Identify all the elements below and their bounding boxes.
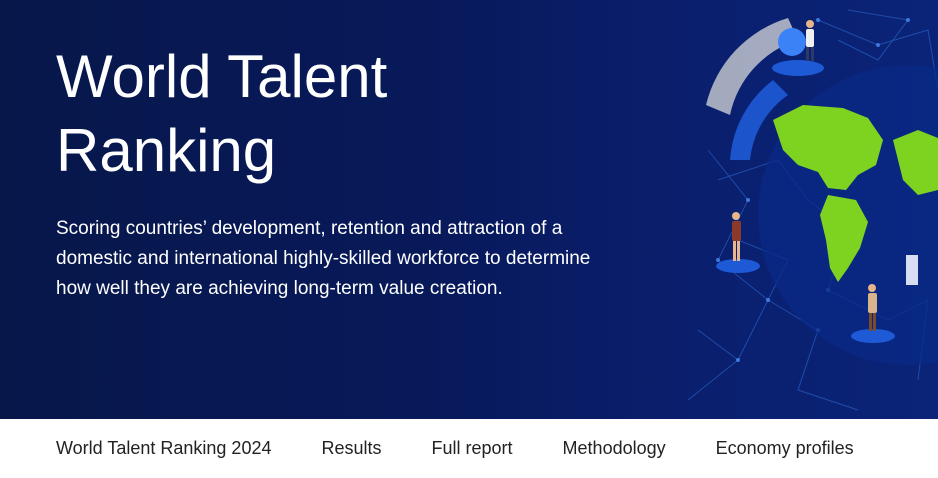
person-figure-top [806, 20, 814, 61]
hero-banner: World Talent Ranking Scoring countries’ … [0, 0, 938, 419]
person-figure-middle [732, 212, 741, 261]
hero-description: Scoring countries’ development, retentio… [56, 218, 591, 299]
globe-network-illustration [687, 9, 938, 411]
nav-methodology[interactable]: Methodology [563, 438, 666, 459]
page-title: World Talent Ranking [56, 43, 388, 184]
figure-platform-bottom [851, 329, 895, 343]
figure-platform-middle [716, 259, 760, 273]
section-nav: World Talent Ranking 2024 Results Full r… [0, 419, 938, 478]
nav-economy-profiles[interactable]: Economy profiles [716, 438, 854, 459]
nav-world-talent-ranking-2024[interactable]: World Talent Ranking 2024 [56, 438, 271, 459]
nav-results[interactable]: Results [321, 438, 381, 459]
chart-icon [906, 255, 918, 285]
figure-platform-top [772, 60, 824, 76]
nav-full-report[interactable]: Full report [432, 438, 513, 459]
globe-icon [778, 28, 806, 56]
